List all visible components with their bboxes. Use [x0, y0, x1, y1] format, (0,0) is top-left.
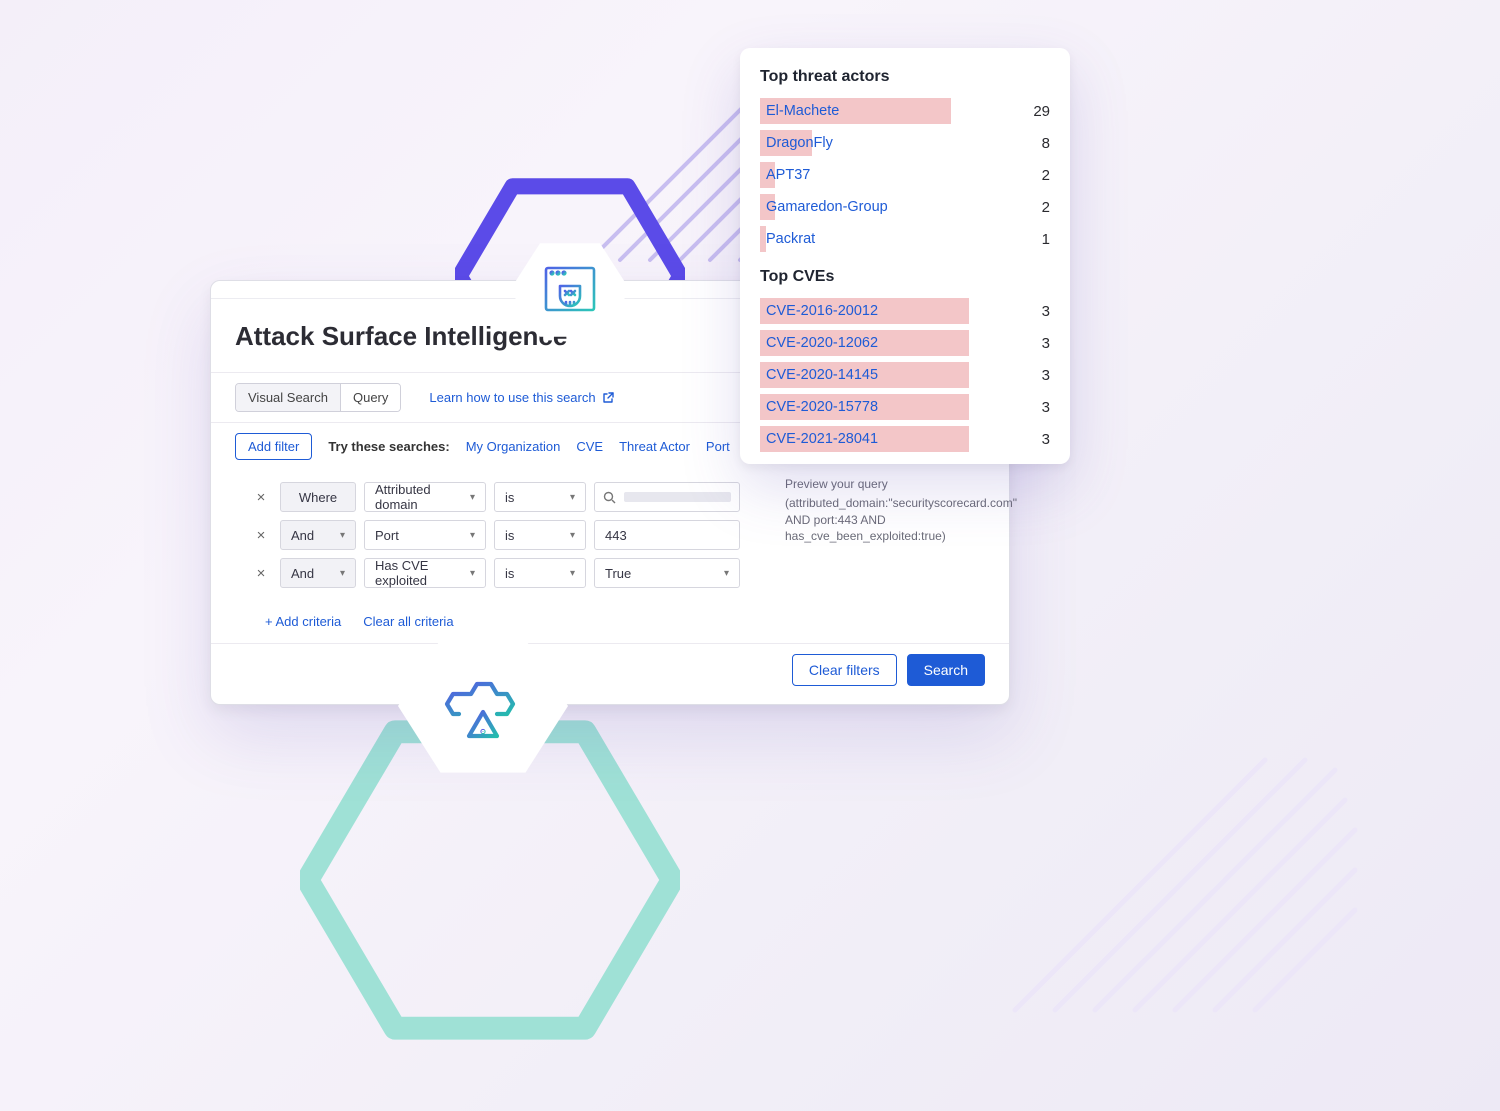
field-select[interactable]: Port▾: [364, 520, 486, 550]
stat-count: 3: [1042, 303, 1050, 320]
chevron-down-icon: ▾: [570, 492, 575, 503]
learn-link-label: Learn how to use this search: [429, 390, 595, 405]
clear-filters-button[interactable]: Clear filters: [792, 654, 897, 686]
redacted-value: [624, 492, 731, 502]
query-preview: Preview your query (attributed_domain:"s…: [785, 476, 1005, 545]
remove-row-icon[interactable]: ×: [250, 527, 272, 544]
learn-link[interactable]: Learn how to use this search: [429, 390, 613, 405]
threat-actor-link[interactable]: APT37: [760, 167, 810, 183]
add-filter-button[interactable]: Add filter: [235, 433, 312, 460]
clear-criteria-link[interactable]: Clear all criteria: [363, 614, 453, 629]
cve-link[interactable]: CVE-2021-28041: [760, 431, 878, 447]
stat-count: 3: [1042, 335, 1050, 352]
suggestion-port[interactable]: Port: [706, 439, 730, 454]
query-preview-heading: Preview your query: [785, 476, 1005, 493]
try-searches-label: Try these searches:: [328, 439, 449, 454]
stat-count: 2: [1042, 199, 1050, 216]
threat-actor-link[interactable]: DragonFly: [760, 135, 833, 151]
query-preview-text: (attributed_domain:"securityscorecard.co…: [785, 495, 1005, 545]
decoration-lines-bottom: [985, 710, 1365, 1040]
conjunction-where: Where: [280, 482, 356, 512]
threat-actor-link[interactable]: Gamaredon-Group: [760, 199, 888, 215]
value-search-input[interactable]: [594, 482, 740, 512]
stat-row: CVE-2020-14145 3: [760, 360, 1050, 390]
stat-count: 1: [1042, 231, 1050, 248]
external-link-icon: [602, 392, 614, 404]
value-select[interactable]: True▾: [594, 558, 740, 588]
stat-count: 29: [1033, 103, 1050, 120]
stat-count: 3: [1042, 367, 1050, 384]
threat-actor-link[interactable]: Packrat: [760, 231, 815, 247]
stat-row: CVE-2016-20012 3: [760, 296, 1050, 326]
chevron-down-icon: ▾: [470, 568, 475, 579]
cve-list: CVE-2016-200123CVE-2020-120623CVE-2020-1…: [760, 296, 1050, 454]
conjunction-select[interactable]: And▾: [280, 520, 356, 550]
operator-select[interactable]: is▾: [494, 558, 586, 588]
chevron-down-icon: ▾: [470, 530, 475, 541]
suggestion-threat-actor[interactable]: Threat Actor: [619, 439, 690, 454]
stat-row: DragonFly 8: [760, 128, 1050, 158]
threat-actor-link[interactable]: El-Machete: [760, 103, 839, 119]
top-cves-heading: Top CVEs: [760, 268, 1050, 286]
threat-list: El-Machete29DragonFly8APT372Gamaredon-Gr…: [760, 96, 1050, 254]
top-threat-actors-heading: Top threat actors: [760, 68, 1050, 86]
add-criteria-link[interactable]: Add criteria: [265, 614, 341, 629]
stat-row: CVE-2020-15778 3: [760, 392, 1050, 422]
criteria-row: × And▾ Has CVE exploited▾ is▾ True▾: [235, 558, 985, 588]
stat-count: 8: [1042, 135, 1050, 152]
chevron-down-icon: ▾: [340, 530, 345, 541]
suggestion-cve[interactable]: CVE: [576, 439, 603, 454]
remove-row-icon[interactable]: ×: [250, 565, 272, 582]
search-icon: [603, 491, 616, 504]
stat-count: 2: [1042, 167, 1050, 184]
stat-count: 3: [1042, 431, 1050, 448]
tab-visual-search[interactable]: Visual Search: [236, 384, 340, 411]
stat-row: El-Machete 29: [760, 96, 1050, 126]
stat-row: Gamaredon-Group 2: [760, 192, 1050, 222]
stat-count: 3: [1042, 399, 1050, 416]
query-builder: × Where Attributed domain▾ is▾ × And▾ Po: [211, 466, 1009, 600]
top-cves-block: Top CVEs CVE-2016-200123CVE-2020-120623C…: [760, 268, 1050, 454]
stat-row: CVE-2021-28041 3: [760, 424, 1050, 454]
cve-link[interactable]: CVE-2020-14145: [760, 367, 878, 383]
conjunction-select[interactable]: And▾: [280, 558, 356, 588]
search-button[interactable]: Search: [907, 654, 985, 686]
operator-select[interactable]: is▾: [494, 520, 586, 550]
chevron-down-icon: ▾: [570, 530, 575, 541]
chevron-down-icon: ▾: [340, 568, 345, 579]
stat-row: APT37 2: [760, 160, 1050, 190]
value-input[interactable]: 443: [594, 520, 740, 550]
chevron-down-icon: ▾: [470, 492, 475, 503]
chevron-down-icon: ▾: [570, 568, 575, 579]
top-stats-card: Top threat actors El-Machete 29 DragonFly 8…: [740, 48, 1070, 464]
search-mode-toggle: Visual Search Query: [235, 383, 401, 412]
cve-link[interactable]: CVE-2020-12062: [760, 335, 878, 351]
stat-row: Packrat 1: [760, 224, 1050, 254]
operator-select[interactable]: is▾: [494, 482, 586, 512]
cve-link[interactable]: CVE-2016-20012: [760, 303, 878, 319]
suggestion-my-organization[interactable]: My Organization: [466, 439, 561, 454]
field-select[interactable]: Attributed domain▾: [364, 482, 486, 512]
stat-row: CVE-2020-12062 3: [760, 328, 1050, 358]
remove-row-icon[interactable]: ×: [250, 489, 272, 506]
top-threat-actors-block: Top threat actors El-Machete 29 DragonFly 8…: [760, 68, 1050, 254]
tab-query[interactable]: Query: [340, 384, 400, 411]
cve-link[interactable]: CVE-2020-15778: [760, 399, 878, 415]
field-select[interactable]: Has CVE exploited▾: [364, 558, 486, 588]
chevron-down-icon: ▾: [724, 568, 729, 579]
